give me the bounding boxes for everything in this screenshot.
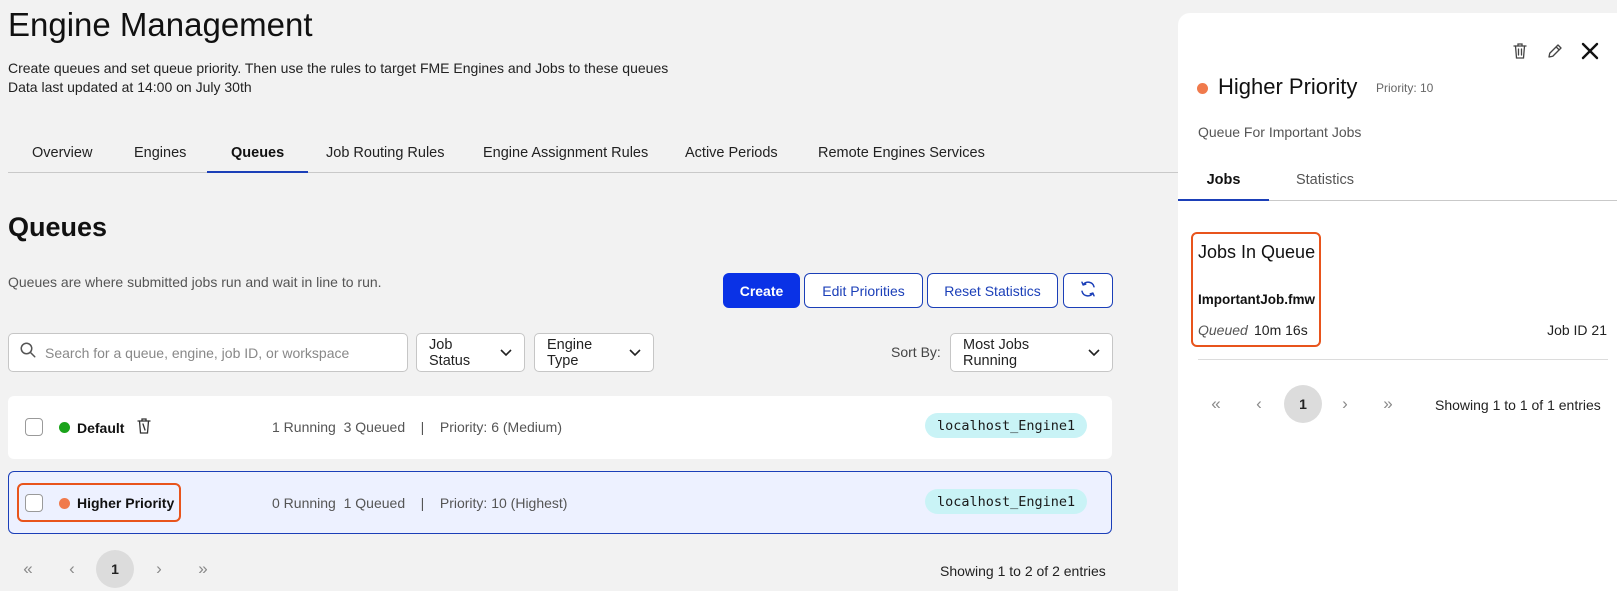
job-status-dropdown[interactable]: Job Status [416,333,525,372]
last-page-button[interactable]: » [1369,385,1407,423]
prev-page-button[interactable]: ‹ [1240,385,1278,423]
prev-page-button[interactable]: ‹ [53,550,91,588]
trash-icon[interactable] [136,417,152,440]
row-checkbox[interactable] [25,418,43,436]
search-input[interactable] [45,344,385,361]
sort-by-label: Sort By: [891,344,941,360]
refresh-button[interactable] [1063,273,1113,308]
tab-engines[interactable]: Engines [110,139,210,173]
next-page-button[interactable]: › [1326,385,1364,423]
refresh-icon [1079,280,1097,301]
queues-section-title: Queues [8,212,108,242]
highlight-box [17,483,181,522]
engine-type-dropdown[interactable]: Engine Type [534,333,654,372]
search-box [8,333,408,372]
tab-engine-assignment-rules[interactable]: Engine Assignment Rules [459,139,672,173]
chevron-down-icon [629,345,641,361]
first-page-button[interactable]: « [9,550,47,588]
queue-row-default[interactable]: Default 1 Running 3 Queued | Priority: 6… [8,396,1112,459]
status-dot [1197,83,1208,94]
queued-count: 1 Queued [343,495,406,511]
queue-detail-panel: Higher Priority Priority: 10 Queue For I… [1178,13,1617,591]
pencil-icon[interactable] [1543,39,1567,63]
chevron-down-icon [500,345,512,361]
queue-stats: 0 Running 1 Queued | Priority: 10 (Highe… [272,495,567,511]
engine-chip: localhost_Engine1 [925,413,1088,438]
stats-separator: | [420,419,425,435]
page-button-current[interactable]: 1 [96,550,134,588]
tab-job-routing-rules[interactable]: Job Routing Rules [302,139,469,173]
engine-type-label: Engine Type [547,336,593,369]
priority-text: Priority: 6 (Medium) [439,419,563,435]
sort-dropdown[interactable]: Most Jobs Running [950,333,1113,372]
tab-remote-engines-services[interactable]: Remote Engines Services [794,139,1009,173]
first-page-button[interactable]: « [1197,385,1235,423]
priority-text: Priority: 10 (Highest) [439,495,568,511]
close-icon[interactable] [1578,39,1602,63]
tab-bar: Overview Engines Queues Job Routing Rule… [8,139,1178,173]
last-updated-text: Data last updated at 14:00 on July 30th [8,79,252,95]
next-page-button[interactable]: › [140,550,178,588]
tab-active-periods[interactable]: Active Periods [661,139,802,173]
panel-priority: Priority: 10 [1376,81,1434,95]
page-title: Engine Management [8,6,313,43]
tab-jobs[interactable]: Jobs [1178,163,1269,201]
search-icon [19,341,37,364]
last-page-button[interactable]: » [184,550,222,588]
job-id: Job ID 21 [1547,322,1607,338]
running-count: 1 Running [272,419,336,435]
create-button[interactable]: Create [723,273,800,308]
main-content: Engine Management Create queues and set … [0,0,1178,591]
queue-name[interactable]: Default [77,420,124,436]
page-button-current[interactable]: 1 [1284,385,1322,423]
page-description: Create queues and set queue priority. Th… [8,60,669,76]
chevron-down-icon [1088,345,1100,361]
highlight-box [1191,232,1321,347]
trash-icon[interactable] [1508,39,1532,63]
queued-count: 3 Queued [343,419,406,435]
running-count: 0 Running [272,495,336,511]
stats-separator: | [420,495,425,511]
panel-description: Queue For Important Jobs [1198,124,1362,140]
pagination-info: Showing 1 to 2 of 2 entries [940,563,1106,579]
status-dot [59,422,70,433]
tab-queues[interactable]: Queues [207,139,309,173]
panel-tab-bar: Jobs Statistics [1178,163,1617,201]
edit-priorities-button[interactable]: Edit Priorities [804,273,923,308]
divider [1198,359,1608,360]
job-status-label: Job Status [429,336,471,369]
panel-title: Higher Priority [1218,74,1358,99]
reset-statistics-button[interactable]: Reset Statistics [927,273,1058,308]
tab-statistics[interactable]: Statistics [1269,163,1381,201]
tab-overview[interactable]: Overview [8,139,116,173]
panel-pagination-info: Showing 1 to 1 of 1 entries [1435,397,1601,413]
engine-chip: localhost_Engine1 [925,489,1088,514]
sort-value: Most Jobs Running [963,336,1030,369]
queue-stats: 1 Running 3 Queued | Priority: 6 (Medium… [272,419,562,435]
queues-section-description: Queues are where submitted jobs run and … [8,274,382,290]
